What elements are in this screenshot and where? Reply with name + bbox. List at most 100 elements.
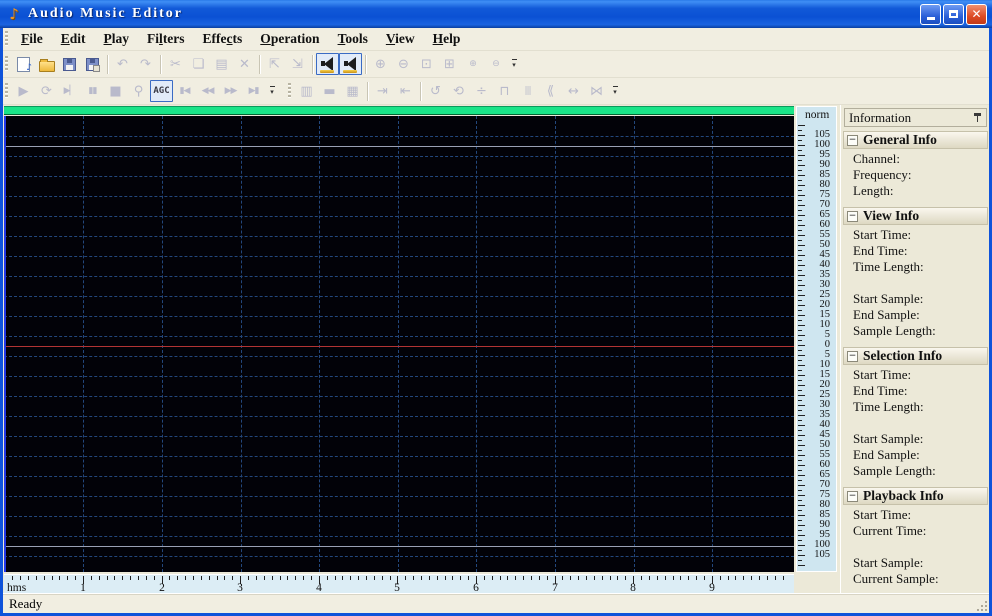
menu-view[interactable]: View bbox=[377, 30, 424, 49]
go-to-start-button[interactable]: ▮◀ bbox=[173, 80, 196, 102]
go-to-end-button[interactable]: ▶▮ bbox=[242, 80, 265, 102]
toolbar-gripper[interactable] bbox=[288, 83, 291, 99]
select-add-button[interactable]: ⇱ bbox=[263, 53, 286, 75]
undo-button[interactable]: ↶ bbox=[111, 53, 134, 75]
toolbar-gripper[interactable] bbox=[5, 56, 8, 72]
stop-button[interactable]: ■ bbox=[104, 80, 127, 102]
scale-tick bbox=[798, 250, 802, 251]
zoom-vertical-in-button[interactable]: ⊕ bbox=[461, 53, 484, 75]
collapse-button[interactable]: − bbox=[847, 490, 858, 502]
menu-filters[interactable]: Filters bbox=[138, 30, 194, 49]
resize-grip[interactable] bbox=[975, 599, 987, 611]
zoom-out-button[interactable]: ⊖ bbox=[392, 53, 415, 75]
information-panel-header: Information bbox=[844, 108, 987, 127]
ruler-tick bbox=[523, 576, 524, 580]
save-as-button[interactable] bbox=[81, 53, 104, 75]
view-info-header[interactable]: − View Info bbox=[843, 207, 988, 225]
nudge-right-button[interactable]: ⇥ bbox=[371, 80, 394, 102]
maximize-button[interactable] bbox=[943, 3, 964, 25]
pinch-button[interactable]: ⋈ bbox=[585, 80, 608, 102]
clamp-button[interactable]: ⊓ bbox=[493, 80, 516, 102]
stop-icon: ■ bbox=[109, 83, 122, 99]
stripes-grid-button[interactable]: ▦ bbox=[341, 80, 364, 102]
menu-play[interactable]: Play bbox=[95, 30, 139, 49]
play-button[interactable]: ▶ bbox=[12, 80, 35, 102]
delete-button[interactable]: ✕ bbox=[233, 53, 256, 75]
collapse-button[interactable]: − bbox=[847, 134, 858, 146]
scale-tick bbox=[798, 480, 802, 481]
collapse-button[interactable]: − bbox=[847, 210, 858, 222]
agc-button[interactable]: AGC bbox=[150, 80, 173, 102]
menu-file[interactable]: File bbox=[12, 30, 52, 49]
zoom-selection-button[interactable]: ⊞ bbox=[438, 53, 461, 75]
playback-cursor[interactable] bbox=[4, 116, 6, 572]
fade-in-button[interactable]: ⟪ bbox=[539, 80, 562, 102]
menu-tools[interactable]: Tools bbox=[329, 30, 377, 49]
fast-forward-button[interactable]: ▶▶ bbox=[219, 80, 242, 102]
left-channel-button[interactable] bbox=[316, 53, 339, 75]
general-info-header[interactable]: − General Info bbox=[843, 131, 988, 149]
pause-button[interactable]: ▮▮ bbox=[81, 80, 104, 102]
ruler-tick bbox=[146, 576, 147, 580]
menu-gripper[interactable] bbox=[5, 31, 8, 47]
menu-operation[interactable]: Operation bbox=[251, 30, 328, 49]
paste-button[interactable]: ▤ bbox=[210, 53, 233, 75]
stripes-fine-button[interactable]: ▬ bbox=[318, 80, 341, 102]
minimize-button[interactable] bbox=[920, 3, 941, 25]
scale-tick bbox=[798, 470, 802, 471]
zoom-vertical-out-button[interactable]: ⊖ bbox=[484, 53, 507, 75]
rewind-button[interactable]: ◀◀ bbox=[196, 80, 219, 102]
play-to-end-button[interactable]: ▶▏ bbox=[58, 80, 81, 102]
record-button[interactable]: ⚲ bbox=[127, 80, 150, 102]
right-channel-button[interactable] bbox=[339, 53, 362, 75]
menu-edit[interactable]: Edit bbox=[52, 30, 95, 49]
copy-button[interactable]: ❏ bbox=[187, 53, 210, 75]
scale-tick bbox=[798, 560, 802, 561]
collapse-button[interactable]: − bbox=[847, 350, 858, 362]
toolbar-overflow-button[interactable]: ▾ bbox=[508, 53, 520, 75]
rotate-loop-button[interactable]: ⟲ bbox=[447, 80, 470, 102]
nudge-left-button[interactable]: ⇤ bbox=[394, 80, 417, 102]
scale-tick bbox=[798, 395, 805, 396]
toolbar-overflow-button[interactable]: ▾ bbox=[609, 80, 621, 102]
selection-info-header[interactable]: − Selection Info bbox=[843, 347, 988, 365]
rotate-left-button[interactable]: ↺ bbox=[424, 80, 447, 102]
barcode-button[interactable]: ||| bbox=[516, 80, 539, 102]
info-label: End Sample: bbox=[853, 447, 920, 462]
center-align-button[interactable]: ÷ bbox=[470, 80, 493, 102]
toolbar-overflow-button[interactable]: ▾ bbox=[266, 80, 278, 102]
stretch-horizontal-button[interactable]: ↔ bbox=[562, 80, 585, 102]
grid-line-vertical bbox=[555, 116, 556, 572]
zoom-in-button[interactable]: ⊕ bbox=[369, 53, 392, 75]
scale-tick bbox=[798, 235, 805, 236]
new-file-button[interactable]: ♪ bbox=[12, 53, 35, 75]
main-area: hms 123456789 norm 105 100 95 90 85 80 75 70 65 6… bbox=[3, 105, 989, 596]
toolbar-separator bbox=[160, 54, 161, 74]
information-panel-title: Information bbox=[849, 109, 912, 125]
info-label: Start Time: bbox=[853, 507, 912, 522]
cut-button[interactable]: ✂ bbox=[164, 53, 187, 75]
scale-tick bbox=[798, 450, 802, 451]
menu-effects[interactable]: Effects bbox=[194, 30, 252, 49]
overview-scroll-bar[interactable] bbox=[4, 106, 794, 115]
playback-info-header[interactable]: − Playback Info bbox=[843, 487, 988, 505]
play-loop-button[interactable]: ⟳ bbox=[35, 80, 58, 102]
scale-tick bbox=[798, 310, 802, 311]
scale-tick bbox=[798, 270, 802, 271]
stripes-dense-button[interactable]: ▥ bbox=[295, 80, 318, 102]
scale-tick bbox=[798, 320, 802, 321]
save-file-button[interactable] bbox=[58, 53, 81, 75]
select-special-button[interactable]: ⇲ bbox=[286, 53, 309, 75]
scale-tick bbox=[798, 300, 802, 301]
ruler-tick bbox=[177, 576, 178, 580]
close-button[interactable]: ✕ bbox=[966, 3, 987, 25]
ruler-tick bbox=[209, 576, 210, 580]
menu-help[interactable]: Help bbox=[424, 30, 470, 49]
pin-icon[interactable] bbox=[973, 112, 982, 123]
zoom-window-button[interactable]: ⊡ bbox=[415, 53, 438, 75]
toolbar-row-2: ▶ ⟳ ▶▏ ▮▮ ■ ⚲ AGC ▮◀ ◀◀ ▶▶ ▶▮ ▾ ▥ ▬ ▦ ⇥ ⇤ ↺ ⟲ ÷ ⊓ ||| ⟪ ↔ ⋈ ▾ bbox=[3, 78, 989, 105]
open-file-button[interactable] bbox=[35, 53, 58, 75]
toolbar-gripper[interactable] bbox=[5, 83, 8, 99]
waveform-canvas[interactable] bbox=[4, 116, 794, 572]
redo-button[interactable]: ↷ bbox=[134, 53, 157, 75]
